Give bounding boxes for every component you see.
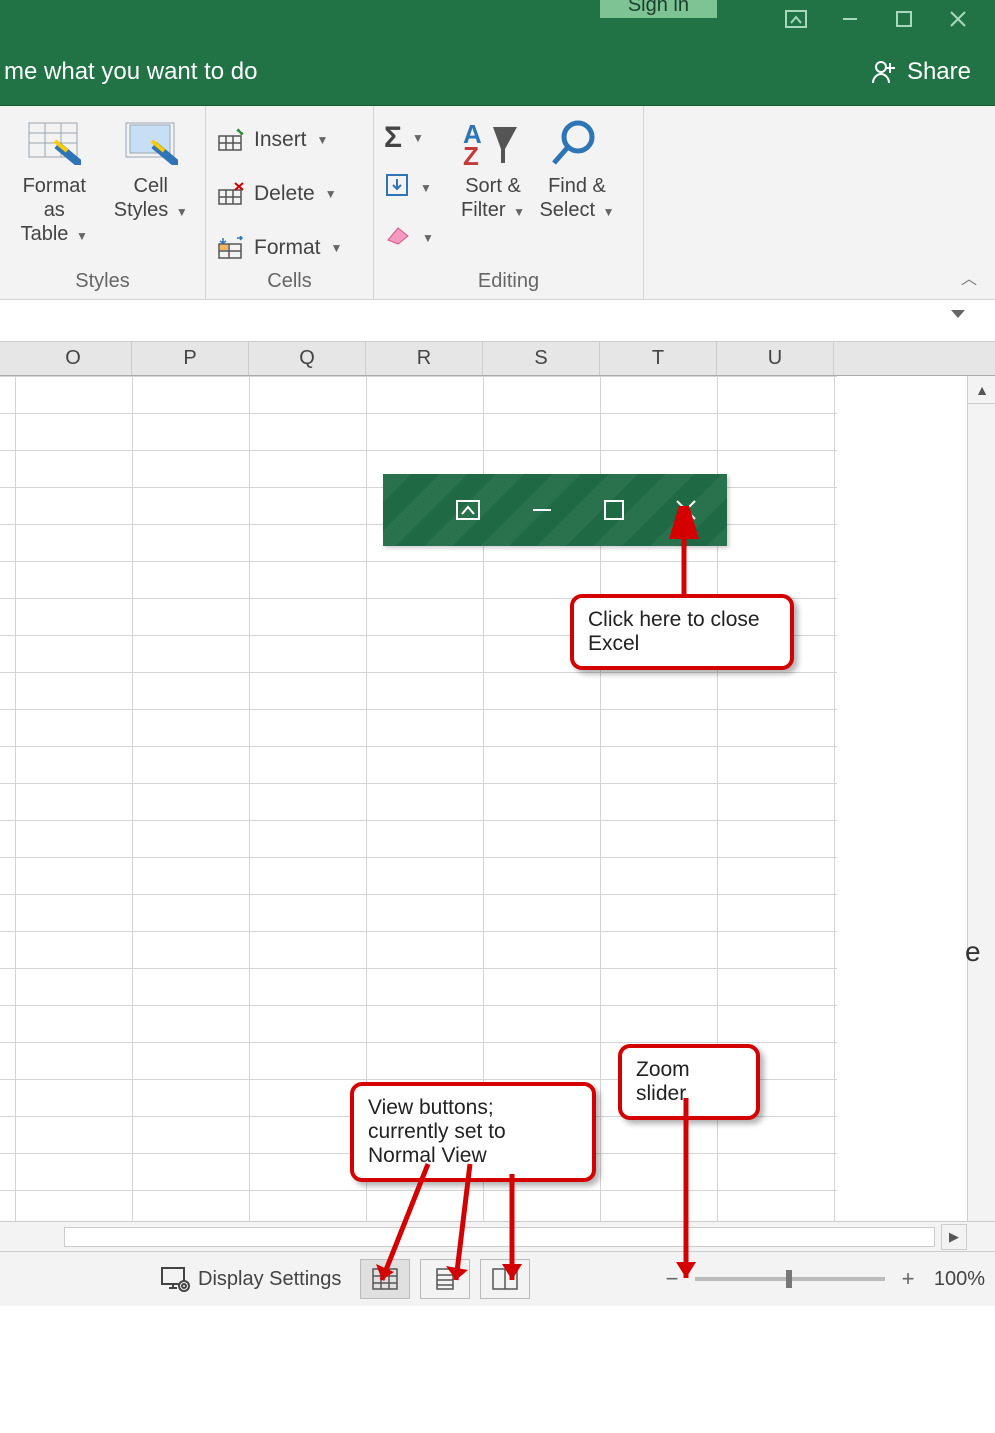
signin-button[interactable]: Sign in (600, 0, 717, 18)
fill-down-icon (384, 172, 410, 204)
autosum-icon: Σ (384, 121, 402, 155)
page-layout-icon (431, 1267, 459, 1291)
autosum-button[interactable]: Σ▼ (384, 118, 450, 158)
normal-view-icon (371, 1267, 399, 1291)
format-as-table-icon (22, 116, 86, 170)
share-label: Share (907, 58, 971, 86)
col-header[interactable]: U (717, 342, 834, 375)
tellme-placeholder[interactable]: me what you want to do (0, 58, 257, 86)
collapse-ribbon-icon[interactable]: ︿ (961, 265, 977, 289)
format-button[interactable]: Format ▼ (216, 226, 342, 270)
zoom-percent[interactable]: 100% (925, 1268, 985, 1291)
page-break-icon (491, 1267, 519, 1291)
horizontal-scrollbar[interactable] (64, 1227, 935, 1247)
zoom-in-button[interactable]: + (899, 1266, 917, 1292)
format-as-table-button[interactable]: Format as Table ▼ (10, 112, 99, 246)
vertical-scrollbar[interactable]: ▲ (967, 376, 995, 1221)
close-icon[interactable] (931, 0, 985, 38)
scroll-right-icon[interactable]: ▶ (941, 1224, 967, 1250)
share-icon (871, 59, 897, 85)
fill-button[interactable]: ▼ (384, 168, 450, 208)
col-header[interactable]: Q (249, 342, 366, 375)
formula-bar[interactable] (0, 300, 995, 342)
horizontal-scrollbar-row: ▶ (0, 1222, 995, 1252)
window-titlebar: Sign in (0, 0, 995, 38)
ribbon-display-options-icon[interactable] (769, 0, 823, 38)
normal-view-button[interactable] (360, 1259, 410, 1299)
eraser-icon (384, 224, 412, 252)
maximize-icon[interactable] (877, 0, 931, 38)
display-settings-button[interactable]: Display Settings (160, 1266, 341, 1292)
sort-filter-icon: A Z (461, 116, 525, 170)
share-button[interactable]: Share (871, 58, 971, 86)
zoom-out-button[interactable]: − (663, 1266, 681, 1292)
worksheet-grid[interactable]: ▲ (0, 376, 995, 1222)
cell-styles-button[interactable]: Cell Styles ▼ (107, 112, 196, 222)
find-select-icon (545, 116, 609, 170)
group-label-cells: Cells (206, 270, 373, 299)
col-header[interactable]: O (15, 342, 132, 375)
col-header[interactable]: S (483, 342, 600, 375)
clear-button[interactable]: ▼ (384, 218, 450, 258)
page-layout-view-button[interactable] (420, 1259, 470, 1299)
group-label-styles: Styles (0, 270, 205, 299)
display-settings-icon (160, 1266, 190, 1292)
ribbon: Format as Table ▼ Cell Styles ▼ Styles (0, 106, 995, 300)
group-styles: Format as Table ▼ Cell Styles ▼ Styles (0, 106, 206, 299)
col-header[interactable]: T (600, 342, 717, 375)
status-bar: Display Settings − + 100% (0, 1252, 995, 1306)
svg-text:Z: Z (463, 141, 479, 167)
col-header[interactable]: R (366, 342, 483, 375)
insert-button[interactable]: Insert ▼ (216, 118, 342, 162)
find-select-button[interactable]: Find & Select ▼ (536, 112, 618, 222)
group-label-editing: Editing (374, 270, 643, 299)
col-header[interactable]: P (132, 342, 249, 375)
zoom-slider[interactable] (695, 1277, 885, 1281)
cell-styles-icon (119, 116, 183, 170)
sort-filter-button[interactable]: A Z Sort & Filter ▼ (454, 112, 532, 222)
tellme-bar: me what you want to do Share (0, 38, 995, 106)
delete-cells-icon (216, 180, 246, 208)
column-headers: O P Q R S T U (0, 342, 995, 376)
page-break-view-button[interactable] (480, 1259, 530, 1299)
group-editing: Σ▼ ▼ ▼ A Z (374, 106, 644, 299)
cropped-text: e (965, 936, 995, 968)
delete-button[interactable]: Delete ▼ (216, 172, 342, 216)
minimize-icon[interactable] (823, 0, 877, 38)
insert-cells-icon (216, 126, 246, 154)
format-cells-icon (216, 234, 246, 262)
group-cells: Insert ▼ Delete ▼ (206, 106, 374, 299)
scroll-up-icon[interactable]: ▲ (968, 376, 995, 404)
